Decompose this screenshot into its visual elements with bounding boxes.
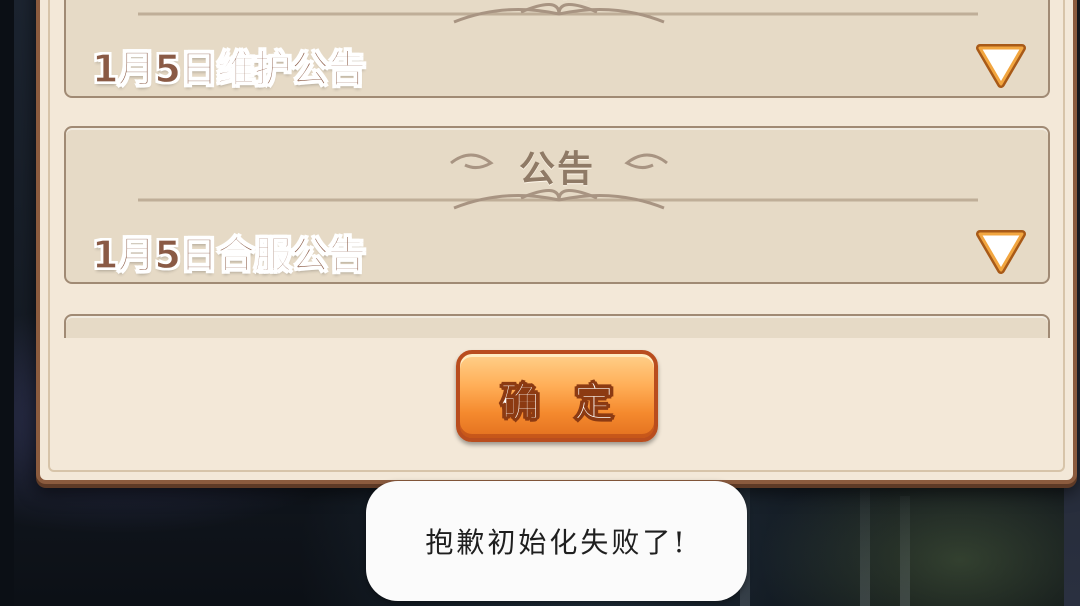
scroll-ornament-icon [138,153,978,210]
game-scene: 公告 1月5日维护公告 公告 [0,0,1080,606]
triangle-down-icon[interactable] [976,42,1026,90]
triangle-down-icon[interactable] [976,228,1026,276]
notice-card[interactable]: 公告 1月5日维护公告 [64,0,1050,98]
notice-card-subject: 1月5日维护公告 [91,46,366,91]
notice-card-title: 公告 [519,337,595,338]
toast-message: 抱歉初始化失败了! [425,526,688,559]
notice-card-header: 公告 [66,328,1048,338]
notice-card-subject: 1月5日合服公告 [91,232,366,277]
notice-list[interactable]: 公告 1月5日维护公告 公告 [64,0,1050,338]
background-edge-left [0,0,14,606]
notice-card[interactable]: 公告 [64,314,1050,338]
confirm-button[interactable]: 确 定 [456,350,658,442]
error-toast: 抱歉初始化失败了! [366,481,747,601]
background-waterfall [860,486,870,606]
confirm-button-label: 确 定 [500,380,624,427]
scroll-ornament-icon [138,3,978,24]
notice-card[interactable]: 公告 1月5日合服公告 [64,126,1050,284]
background-waterfall [900,496,910,606]
